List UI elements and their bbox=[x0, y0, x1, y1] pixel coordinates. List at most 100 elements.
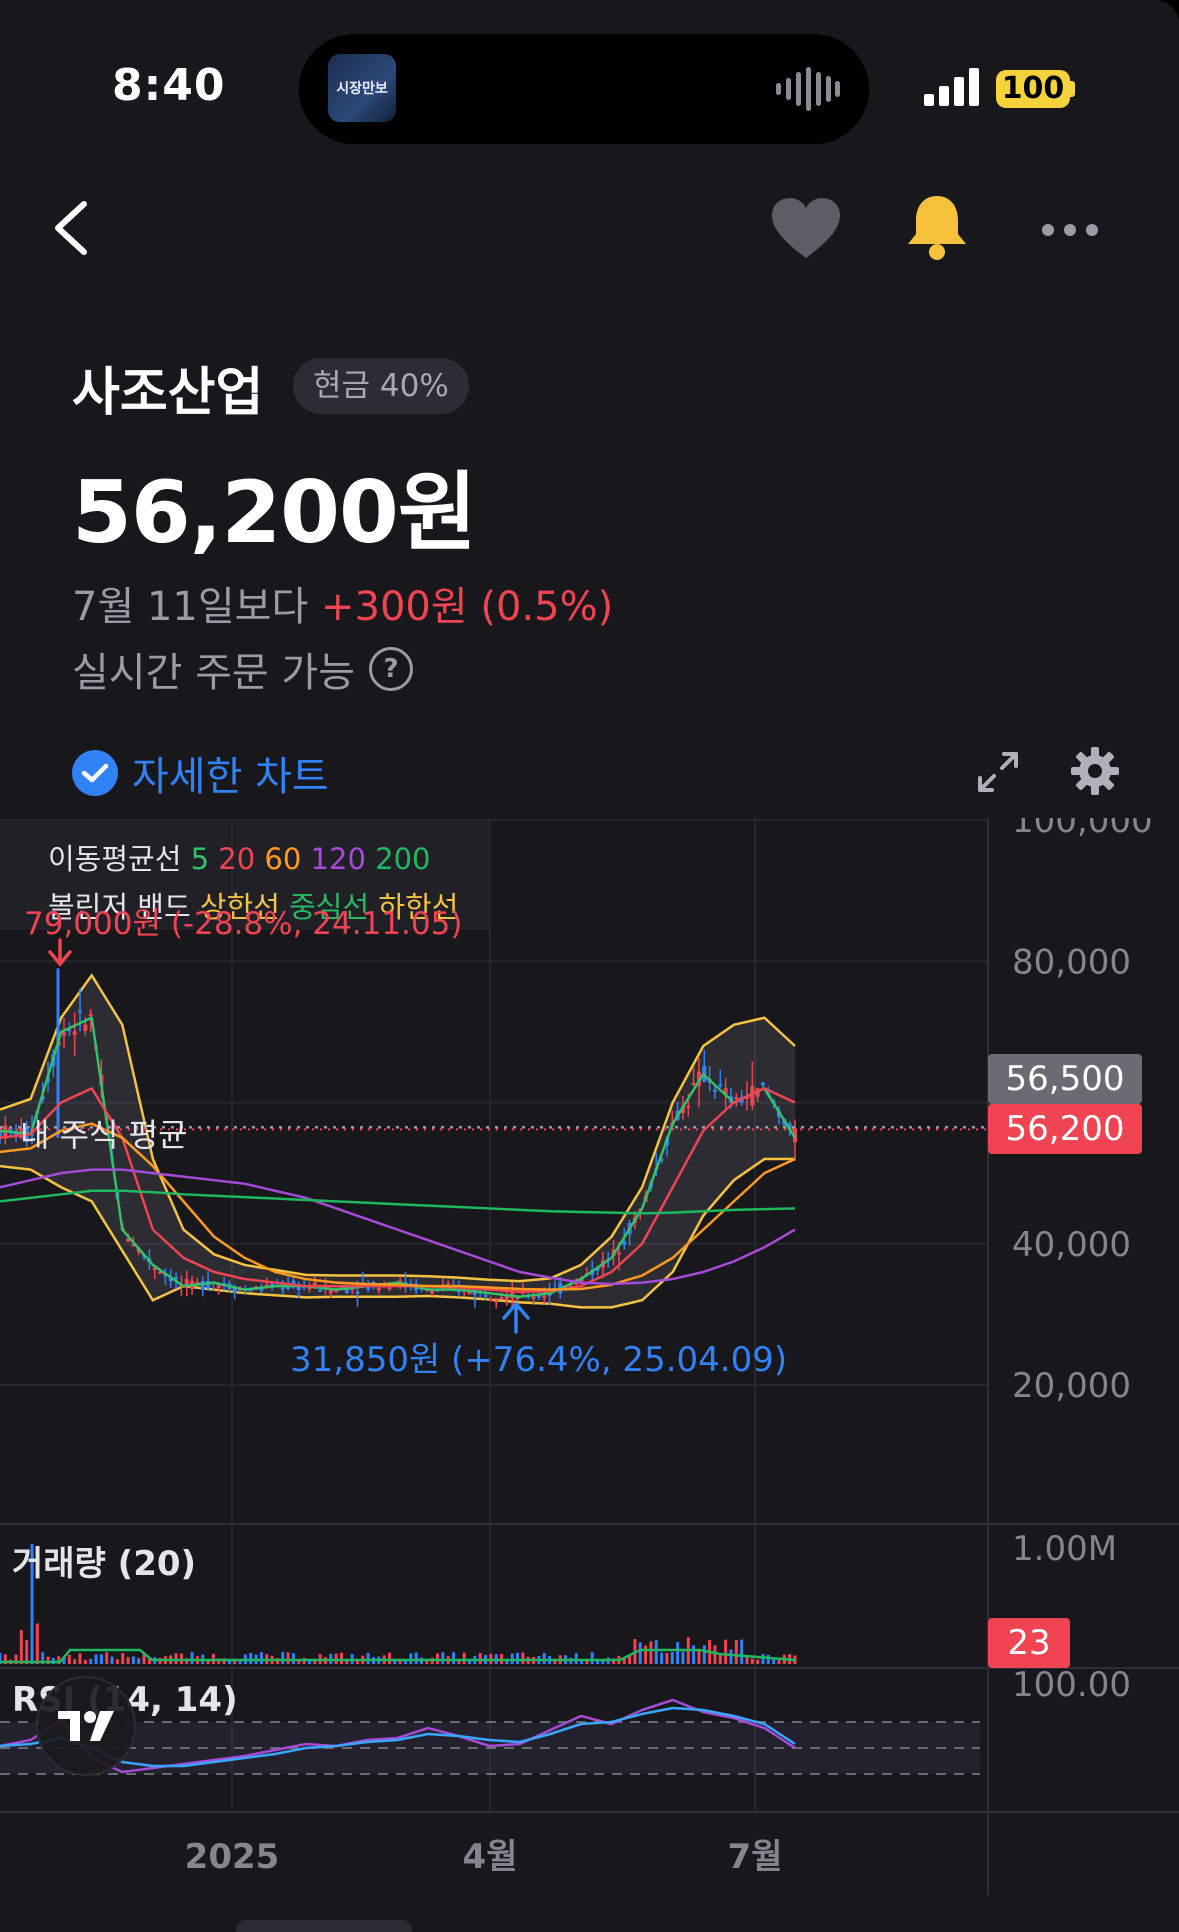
battery-tip bbox=[1070, 81, 1075, 97]
help-icon[interactable]: ? bbox=[369, 647, 414, 691]
app-screen: 8:40 시장만보 100 사조산업 현금 40% 56,200원 7월 11일… bbox=[0, 0, 1179, 1932]
stock-name: 사조산업 bbox=[72, 363, 264, 423]
volume-bar bbox=[286, 1652, 290, 1664]
ma-120-label: 120 bbox=[310, 842, 366, 876]
volume-axis-label: 1.00M bbox=[1012, 1529, 1117, 1569]
candle-body bbox=[686, 1106, 691, 1109]
low-price-annotation: 31,850원 (+76.4%, 25.04.09) bbox=[290, 1340, 788, 1380]
volume-bar bbox=[766, 1654, 770, 1664]
volume-bar bbox=[670, 1652, 674, 1664]
volume-bar bbox=[676, 1642, 680, 1664]
cellular-signal-icon bbox=[924, 68, 979, 106]
detailed-chart-label: 자세한 차트 bbox=[132, 754, 329, 800]
y-tick-label: 80,000 bbox=[1012, 942, 1131, 982]
y-tick-label: 100,000 bbox=[1012, 818, 1153, 841]
volume-bar bbox=[25, 1639, 29, 1664]
volume-bar bbox=[78, 1653, 82, 1664]
change-prefix: 7월 11일보다 bbox=[72, 584, 309, 630]
ma-legend-title: 이동평균선 bbox=[48, 842, 182, 876]
volume-bar bbox=[697, 1650, 701, 1664]
volume-bar bbox=[644, 1645, 648, 1664]
candle-body bbox=[259, 1288, 264, 1291]
tradingview-logo-icon[interactable] bbox=[36, 1676, 136, 1776]
volume-bar bbox=[702, 1645, 706, 1664]
rsi-axis-label: 100.00 bbox=[1012, 1665, 1131, 1705]
volume-bar bbox=[291, 1653, 295, 1664]
volume-bar bbox=[387, 1652, 391, 1664]
volume-ma-line bbox=[0, 1648, 796, 1664]
volume-bar bbox=[110, 1656, 114, 1664]
volume-bar bbox=[692, 1645, 696, 1664]
volume-bar bbox=[713, 1645, 717, 1664]
candle-body bbox=[216, 1284, 221, 1289]
volume-bar bbox=[115, 1659, 119, 1664]
volume-bar bbox=[366, 1652, 370, 1664]
volume-bar bbox=[105, 1652, 109, 1664]
volume-bar bbox=[19, 1630, 23, 1664]
ma-5-label: 5 bbox=[190, 842, 210, 876]
volume-bar bbox=[409, 1653, 413, 1664]
volume-bar bbox=[681, 1651, 685, 1664]
candle-body bbox=[691, 1083, 696, 1086]
volume-bar bbox=[339, 1652, 343, 1664]
y-tick-label: 40,000 bbox=[1012, 1225, 1131, 1265]
ma-legend: 이동평균선 5 20 60 120 200 bbox=[48, 836, 430, 878]
volume-title: 거래량 (20) bbox=[12, 1544, 197, 1584]
volume-bar bbox=[542, 1652, 546, 1664]
volume-bar bbox=[281, 1652, 285, 1664]
volume-bar bbox=[516, 1652, 520, 1664]
volume-bar bbox=[521, 1652, 525, 1664]
candle-body bbox=[734, 1097, 739, 1100]
heart-icon[interactable] bbox=[772, 198, 840, 260]
candle-body bbox=[72, 1031, 77, 1035]
more-horizontal-icon[interactable] bbox=[1040, 210, 1100, 250]
candle-body bbox=[88, 1013, 93, 1016]
candle-body bbox=[483, 1294, 488, 1297]
volume-bar bbox=[756, 1659, 760, 1664]
detailed-chart-toggle[interactable]: 자세한 차트 bbox=[72, 744, 329, 802]
chevron-left-icon[interactable] bbox=[50, 200, 94, 256]
candle-body bbox=[616, 1252, 621, 1255]
volume-bar bbox=[67, 1654, 71, 1664]
volume-bar bbox=[638, 1642, 642, 1664]
volume-bar bbox=[574, 1653, 578, 1664]
bell-icon[interactable] bbox=[904, 192, 970, 262]
volume-bar bbox=[660, 1652, 664, 1664]
volume-bar bbox=[259, 1652, 263, 1664]
candle-body bbox=[499, 1297, 504, 1300]
volume-bar bbox=[724, 1639, 728, 1664]
average-price-tag: 56,500 bbox=[988, 1054, 1142, 1104]
volume-bar bbox=[121, 1653, 125, 1664]
volume-bar bbox=[131, 1656, 135, 1664]
ma-20-label: 20 bbox=[218, 842, 256, 876]
volume-bar bbox=[649, 1641, 653, 1664]
realtime-row: 실시간 주문 가능 ? bbox=[72, 640, 414, 698]
volume-bar bbox=[35, 1623, 39, 1664]
x-tick-label: 4월 bbox=[463, 1837, 518, 1877]
volume-bar bbox=[249, 1652, 253, 1664]
volume-bar bbox=[750, 1658, 754, 1664]
volume-bar bbox=[414, 1652, 418, 1664]
volume-bar bbox=[478, 1652, 482, 1664]
status-time: 8:40 bbox=[112, 60, 226, 111]
candle-body bbox=[355, 1291, 360, 1294]
gear-icon[interactable] bbox=[1070, 746, 1120, 796]
current-price-tag: 56,200 bbox=[988, 1104, 1142, 1154]
checkbox-checked-icon[interactable] bbox=[72, 750, 118, 796]
price-change-row: 7월 11일보다 +300원 (0.5%) bbox=[72, 574, 613, 632]
volume-bar bbox=[190, 1652, 194, 1664]
audio-wave-icon bbox=[776, 67, 840, 111]
volume-bar bbox=[126, 1656, 130, 1664]
volume-bar bbox=[654, 1640, 658, 1664]
ma-60-label: 60 bbox=[264, 842, 302, 876]
volume-bar bbox=[73, 1659, 77, 1664]
island-app-thumbnail[interactable]: 시장만보 bbox=[328, 54, 396, 122]
volume-bar bbox=[83, 1659, 87, 1664]
low-arrow-icon bbox=[502, 1301, 530, 1334]
expand-icon[interactable] bbox=[976, 750, 1020, 794]
volume-bar bbox=[665, 1653, 669, 1664]
candle-body bbox=[488, 1298, 493, 1301]
x-tick-label: 2025 bbox=[185, 1837, 280, 1877]
candle-body bbox=[494, 1300, 499, 1303]
candle-body bbox=[376, 1287, 381, 1291]
